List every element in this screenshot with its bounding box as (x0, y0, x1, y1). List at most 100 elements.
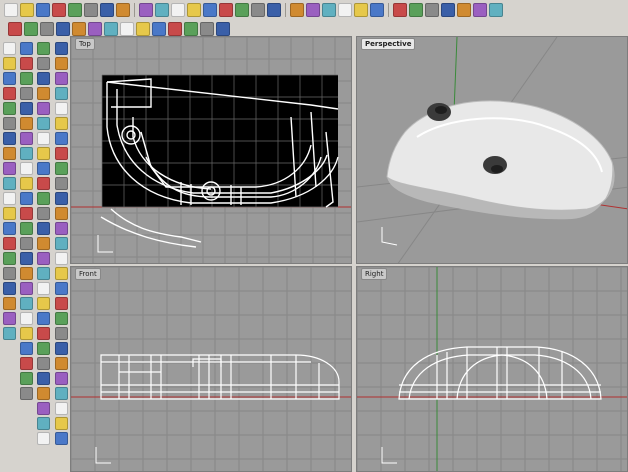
paste-icon[interactable] (100, 3, 114, 17)
ortho-icon[interactable] (40, 22, 54, 36)
taper-icon[interactable] (37, 432, 50, 445)
curvature-icon[interactable] (37, 237, 50, 250)
shade-icon[interactable] (354, 3, 368, 17)
boolean-int-icon[interactable] (20, 267, 33, 280)
network-icon[interactable] (20, 177, 33, 190)
properties-icon[interactable] (322, 3, 336, 17)
patch-icon[interactable] (3, 267, 16, 280)
gear-icon[interactable] (473, 3, 487, 17)
four-views-icon[interactable] (251, 3, 265, 17)
star-icon[interactable] (3, 147, 16, 160)
viewport-top[interactable]: Top (70, 36, 352, 264)
viewport-right[interactable]: Right (356, 266, 628, 472)
viewport-front[interactable]: Front (70, 266, 352, 472)
check-icon[interactable] (200, 22, 214, 36)
viewport-label-front[interactable]: Front (75, 268, 101, 280)
scale-side-icon[interactable] (55, 282, 68, 295)
array-icon[interactable] (55, 312, 68, 325)
light-icon[interactable] (37, 147, 50, 160)
arc-icon[interactable] (3, 102, 16, 115)
cut-icon[interactable] (68, 3, 82, 17)
snap-icon[interactable] (56, 22, 70, 36)
wire-icon[interactable] (37, 117, 50, 130)
sphere-icon[interactable] (393, 3, 407, 17)
curve-draw-icon[interactable] (3, 72, 16, 85)
select-arrow-icon[interactable] (3, 42, 16, 55)
print-icon[interactable] (52, 3, 66, 17)
polyline-draw-icon[interactable] (20, 57, 33, 70)
zoom-icon[interactable] (187, 3, 201, 17)
grid-icon[interactable] (267, 3, 281, 17)
bend-icon[interactable] (37, 417, 50, 430)
osnap-mid-icon[interactable] (55, 87, 68, 100)
rotate-view-icon[interactable] (171, 3, 185, 17)
mirror-icon[interactable] (184, 22, 198, 36)
explode-icon[interactable] (3, 312, 16, 325)
circle-icon[interactable] (3, 87, 16, 100)
rotate-side-icon[interactable] (55, 267, 68, 280)
osnap-disable-icon[interactable] (55, 222, 68, 235)
align-icon[interactable] (55, 342, 68, 355)
osnap-tan-icon[interactable] (55, 147, 68, 160)
freeform-icon[interactable] (20, 72, 33, 85)
delete-icon[interactable] (55, 357, 68, 370)
blend-icon[interactable] (20, 192, 33, 205)
zebra-icon[interactable] (37, 267, 50, 280)
twist-icon[interactable] (37, 402, 50, 415)
color-icon[interactable] (306, 3, 320, 17)
osnap-icon[interactable] (88, 22, 102, 36)
osnap-cen-icon[interactable] (55, 102, 68, 115)
osnap-vertex-icon[interactable] (55, 192, 68, 205)
orient-icon[interactable] (55, 327, 68, 340)
loft-icon[interactable] (3, 222, 16, 235)
camera-icon[interactable] (37, 162, 50, 175)
cylinder-icon[interactable] (3, 192, 16, 205)
contour-icon[interactable] (37, 207, 50, 220)
lightbulb-icon[interactable] (338, 3, 352, 17)
split-icon[interactable] (20, 222, 33, 235)
fillet-icon[interactable] (20, 132, 33, 145)
viewport-label-right[interactable]: Right (361, 268, 388, 280)
save-icon[interactable] (36, 3, 50, 17)
boolean-union-icon[interactable] (20, 237, 33, 250)
unroll-icon[interactable] (37, 357, 50, 370)
zoom-selected-icon[interactable] (235, 3, 249, 17)
trim-icon[interactable] (3, 327, 16, 340)
gumball-icon[interactable] (120, 22, 134, 36)
edge-icon[interactable] (37, 297, 50, 310)
ghost-sphere-icon[interactable] (425, 3, 439, 17)
spline-icon[interactable] (20, 102, 33, 115)
osnap-perp-icon[interactable] (55, 132, 68, 145)
chamfer-icon[interactable] (20, 147, 33, 160)
render-icon[interactable] (370, 3, 384, 17)
sweep-icon[interactable] (3, 252, 16, 265)
analyze-icon[interactable] (216, 22, 230, 36)
box-icon[interactable] (3, 162, 16, 175)
block-icon[interactable] (20, 357, 33, 370)
cage-icon[interactable] (37, 387, 50, 400)
lock-icon[interactable] (55, 387, 68, 400)
view-right-icon[interactable] (37, 72, 50, 85)
new-file-icon[interactable] (4, 3, 18, 17)
move-icon[interactable] (136, 22, 150, 36)
hatch-icon[interactable] (20, 342, 33, 355)
render-side-icon[interactable] (37, 132, 50, 145)
flow-icon[interactable] (37, 372, 50, 385)
copy-icon[interactable] (84, 3, 98, 17)
copy-side-icon[interactable] (55, 252, 68, 265)
help-icon[interactable] (489, 3, 503, 17)
join-icon[interactable] (3, 297, 16, 310)
pan-icon[interactable] (155, 3, 169, 17)
view-top-icon[interactable] (37, 42, 50, 55)
curve-icon[interactable] (8, 22, 22, 36)
line-icon[interactable] (20, 42, 33, 55)
draft-icon[interactable] (37, 252, 50, 265)
group-icon[interactable] (20, 387, 33, 400)
osnap-end-icon[interactable] (55, 42, 68, 55)
zoom-extents-icon[interactable] (219, 3, 233, 17)
osnap-knot-icon[interactable] (55, 177, 68, 190)
section-icon[interactable] (37, 192, 50, 205)
move-side-icon[interactable] (55, 237, 68, 250)
osnap-project-icon[interactable] (55, 207, 68, 220)
sphere-solid-icon[interactable] (3, 177, 16, 190)
